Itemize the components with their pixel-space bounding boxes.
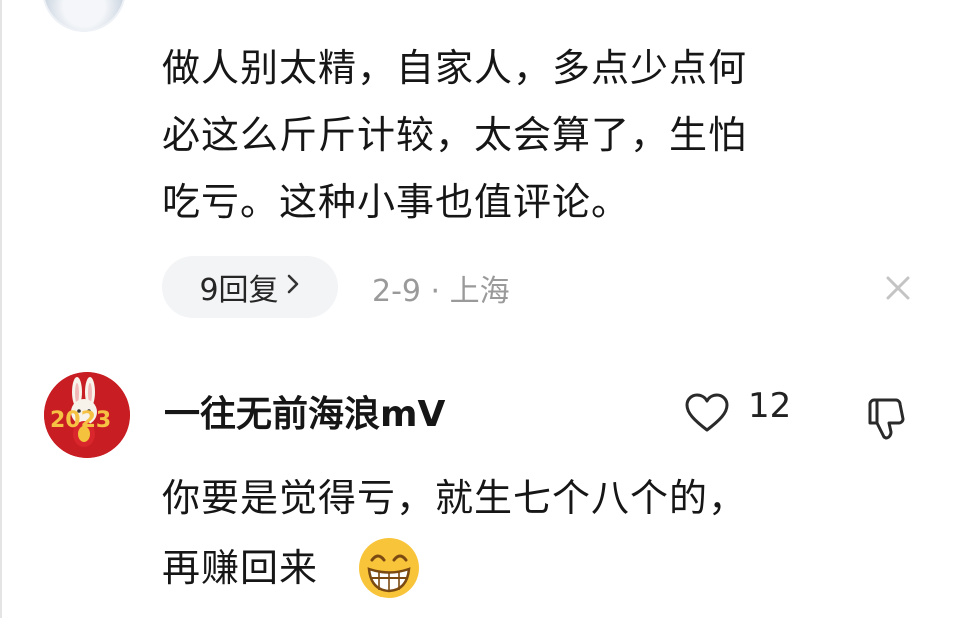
username[interactable]: 一往无前海浪mV [164,385,445,437]
avatar-badge-text: 2023 [50,408,111,433]
thumbs-down-icon[interactable] [864,396,910,442]
comment-text-line: 必这么斤斤计较，太会算了，生怕 [162,113,748,157]
chevron-right-icon [285,272,301,303]
comment-text-line: 再赚回来 [162,546,319,590]
replies-count-label: 9回复 [199,273,279,308]
avatar[interactable]: 2023 [44,372,130,458]
comment-location: 上海 [449,274,510,309]
like-count: 12 [748,386,792,426]
view-replies-button[interactable]: 9回复 [162,256,338,318]
heart-icon[interactable] [684,392,730,434]
comment-text-line: 吃亏。这种小事也值评论。 [162,180,631,224]
comment-meta: 2-9 · 上海 [372,266,510,310]
close-icon[interactable] [880,270,916,306]
meta-separator: · [430,274,450,309]
left-edge-divider [0,0,2,618]
grinning-face-emoji [357,536,421,600]
comment-text-line: 做人别太精，自家人，多点少点何 [162,46,748,90]
comment-date: 2-9 [372,274,421,309]
comment-text-line: 你要是觉得亏，就生七个八个的， [162,476,748,520]
avatar[interactable] [42,0,126,32]
